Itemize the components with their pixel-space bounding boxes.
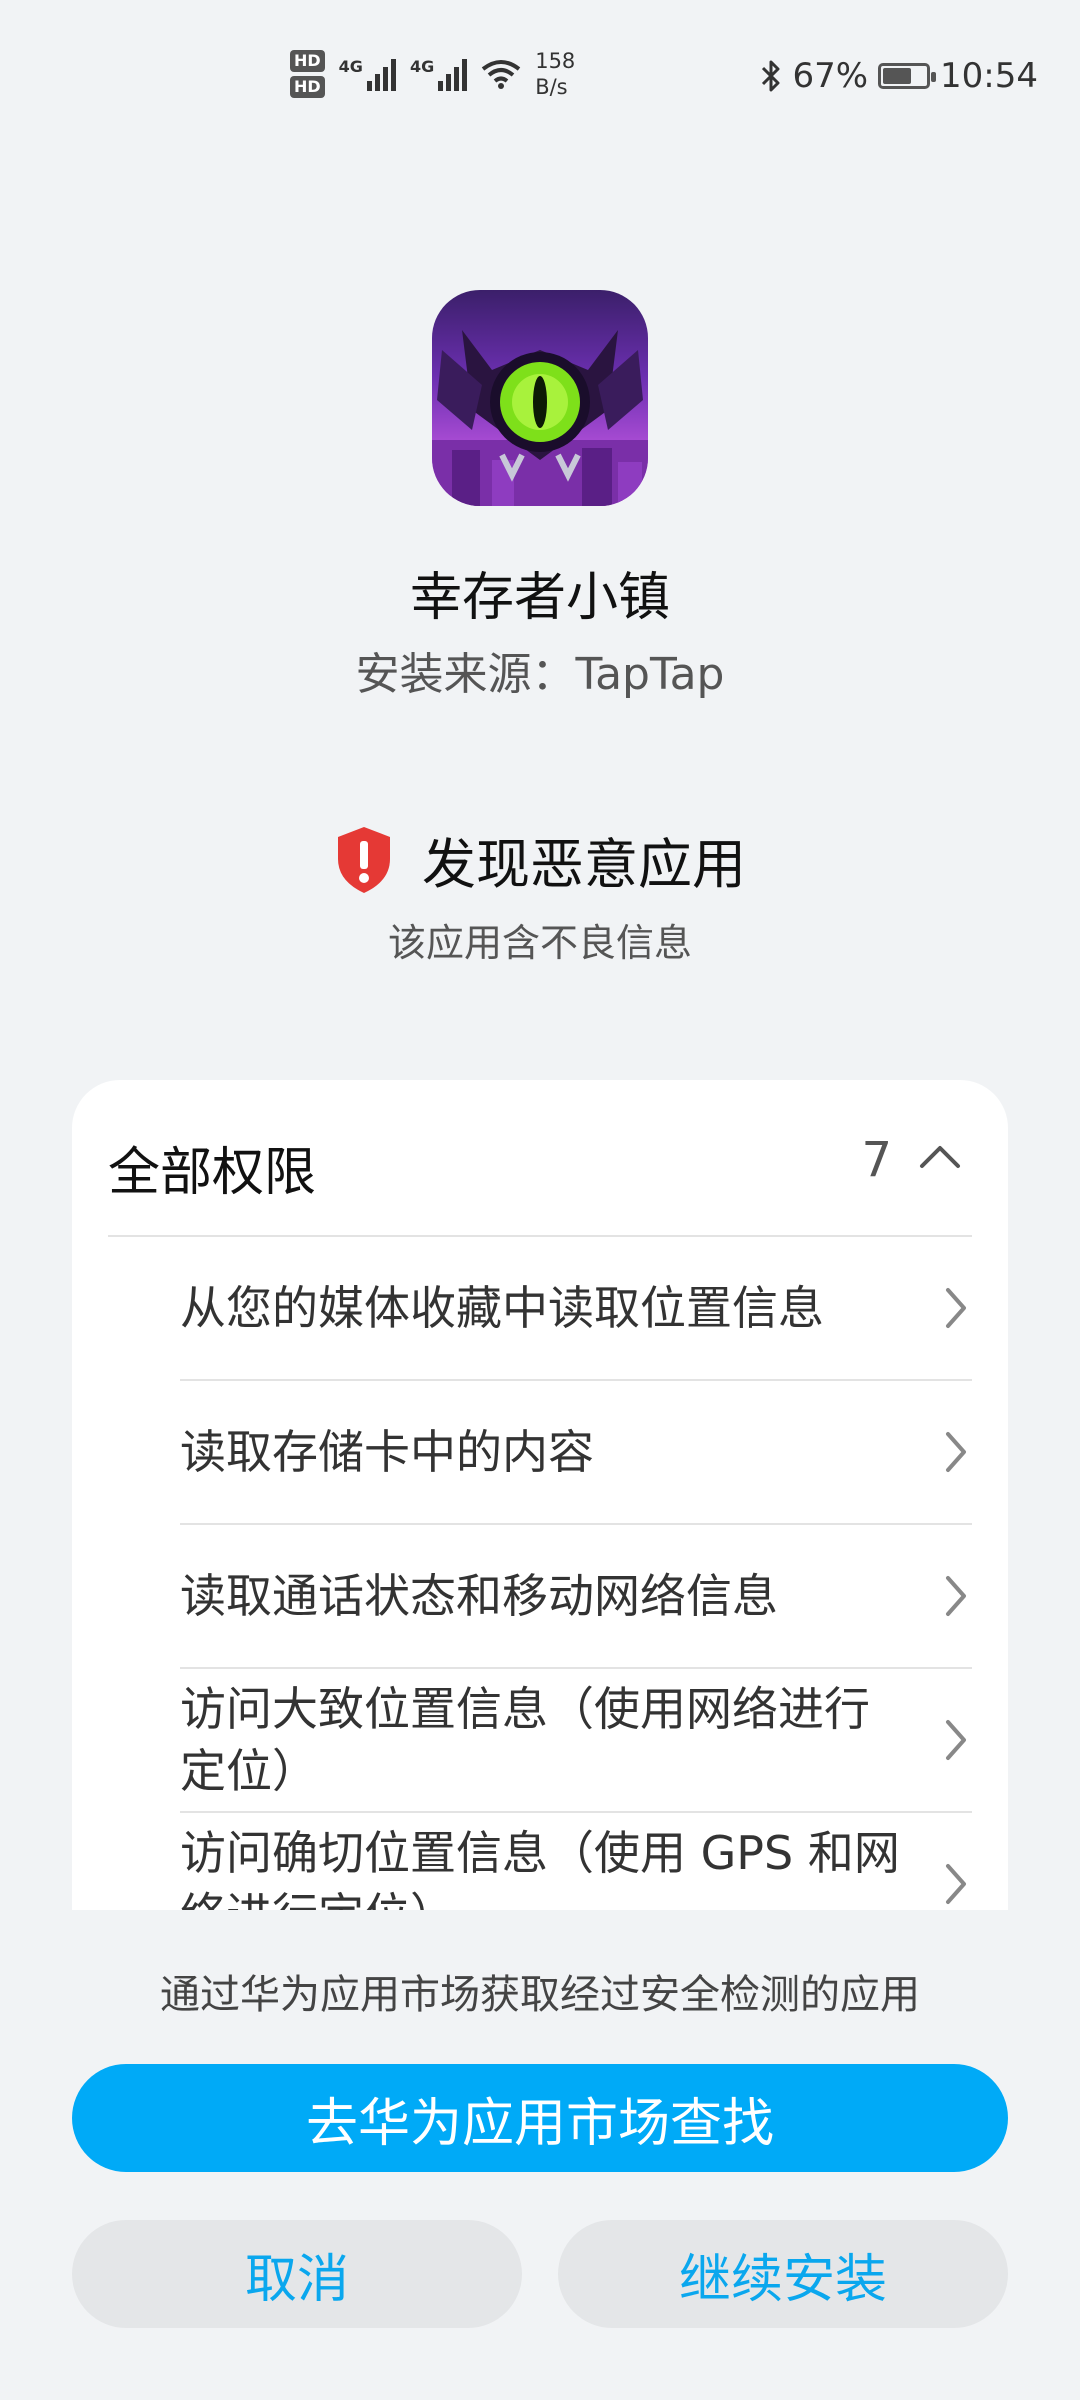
status-right: 67% 10:54 [760, 56, 1038, 96]
permission-item[interactable]: 从您的媒体收藏中读取位置信息 [180, 1237, 972, 1381]
chevron-right-icon [946, 1576, 966, 1616]
app-name: 幸存者小镇 [409, 568, 670, 628]
install-source: 安装来源：TapTap [355, 649, 725, 700]
permission-item[interactable]: 读取存储卡中的内容 [180, 1381, 972, 1525]
chevron-right-icon [946, 1432, 966, 1472]
permissions-list: 从您的媒体收藏中读取位置信息 读取存储卡中的内容 读取通话状态和移动网络信息 访… [180, 1237, 972, 1910]
hd1-badge: HD [290, 50, 325, 72]
permission-label: 访问确切位置信息（使用 GPS 和网络进行定位） [180, 1826, 900, 1910]
cancel-button[interactable]: 取消 [72, 2220, 522, 2328]
monster-eye-app-icon [432, 330, 648, 506]
warning-subtitle: 该应用含不良信息 [387, 921, 692, 965]
hd-indicators: HD HD [290, 50, 325, 98]
permissions-card: 全部权限 7 从您的媒体收藏中读取位置信息 读取存储卡中的内容 读取通话状态和移… [72, 1080, 1008, 1910]
signal-2: 4G [409, 57, 468, 91]
permission-label: 从您的媒体收藏中读取位置信息 [180, 1281, 824, 1335]
speed-value: 158 [535, 49, 576, 73]
permissions-header[interactable]: 全部权限 7 [108, 1080, 972, 1237]
clock: 10:54 [940, 56, 1038, 96]
permission-label: 访问大致位置信息（使用网络进行定位） [180, 1682, 870, 1798]
status-left: HD HD 4G 4G 158 B/s [290, 48, 575, 100]
app-icon [432, 290, 648, 506]
permission-label: 读取存储卡中的内容 [180, 1425, 594, 1479]
chevron-up-icon[interactable] [918, 1142, 962, 1170]
permission-item[interactable]: 访问确切位置信息（使用 GPS 和网络进行定位） [180, 1813, 972, 1910]
network-type-2: 4G [409, 57, 435, 76]
signal-bars-icon [366, 57, 396, 91]
malicious-warning: 发现恶意应用 [0, 820, 1080, 899]
battery-icon [878, 63, 937, 89]
find-in-appgallery-button[interactable]: 去华为应用市场查找 [72, 2064, 1008, 2172]
install-warning-screen: HD HD 4G 4G 158 B/s 67% 10:54 幸存者小镇 安装来源… [0, 0, 1080, 2400]
network-type-1: 4G [338, 57, 363, 76]
network-speed: 158 B/s [535, 48, 575, 100]
permissions-title: 全部权限 [108, 1143, 317, 1203]
chevron-right-icon [946, 1720, 966, 1760]
shield-alert-icon [338, 826, 390, 893]
permissions-count: 7 [861, 1132, 892, 1188]
hd2-badge: HD [290, 76, 325, 98]
continue-install-button[interactable]: 继续安装 [558, 2220, 1008, 2328]
battery-fill [883, 68, 912, 84]
bluetooth-icon [762, 60, 780, 92]
speed-unit: B/s [535, 75, 568, 99]
permission-label: 读取通话状态和移动网络信息 [180, 1569, 778, 1623]
wifi-icon [481, 60, 521, 89]
signal-1: 4G [339, 57, 396, 91]
signal-bars-icon [438, 57, 468, 91]
battery-percent: 67% [792, 56, 869, 96]
status-bar: HD HD 4G 4G 158 B/s 67% 10:54 [0, 0, 1080, 140]
permission-item[interactable]: 读取通话状态和移动网络信息 [180, 1525, 972, 1669]
chevron-right-icon [946, 1864, 966, 1904]
safety-info-text: 通过华为应用市场获取经过安全检测的应用 [160, 1972, 920, 2018]
warning-title: 发现恶意应用 [422, 833, 746, 896]
chevron-right-icon [946, 1288, 966, 1328]
permission-item[interactable]: 访问大致位置信息（使用网络进行定位） [180, 1669, 972, 1813]
